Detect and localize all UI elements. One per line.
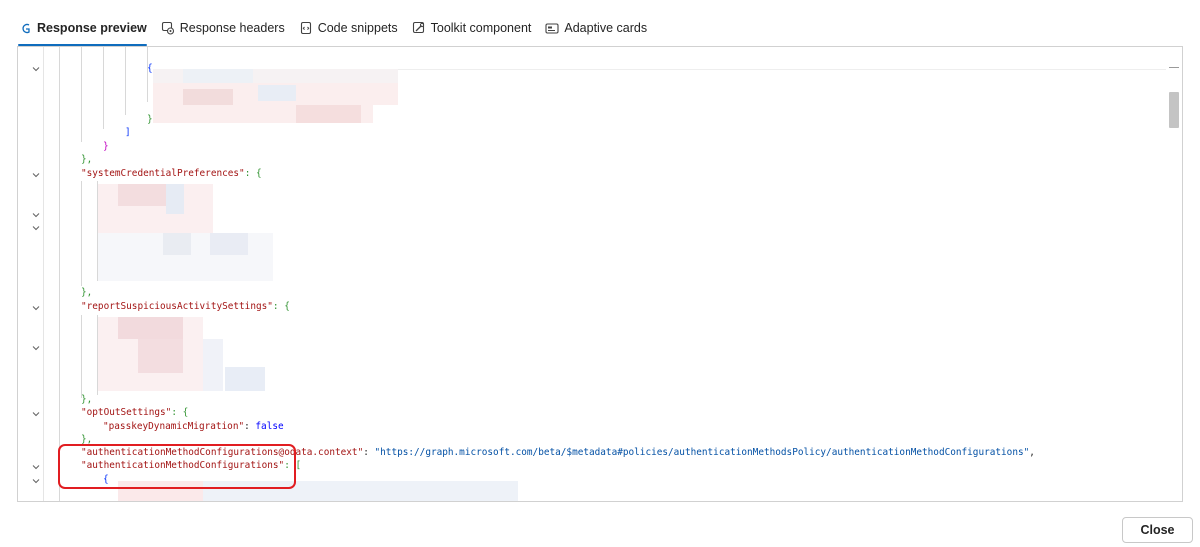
json-string: "https://graph.microsoft.com/beta/$metad… — [374, 447, 1030, 458]
redacted-content — [118, 481, 203, 501]
indent-guide — [81, 47, 82, 142]
json-line: }, — [81, 153, 92, 167]
json-key: "reportSuspiciousActivitySettings" — [81, 301, 273, 312]
redacted-content — [183, 89, 233, 105]
json-key: "passkeyDynamicMigration" — [103, 421, 245, 432]
response-preview-panel: { } ] } }, "systemCredentialPreferences"… — [17, 46, 1183, 502]
tab-toolkit-component-label: Toolkit component — [430, 21, 532, 35]
json-punct: : — [244, 421, 256, 432]
tab-code-snippets[interactable]: Code snippets — [299, 14, 398, 42]
fold-chevron-icon[interactable] — [31, 409, 41, 419]
redacted-content — [258, 85, 296, 101]
json-punct: }, — [81, 434, 93, 445]
fold-chevron-icon[interactable] — [31, 170, 41, 180]
redacted-content — [118, 317, 183, 339]
json-line: }, — [81, 433, 92, 447]
scrollbar-thumb[interactable] — [1169, 92, 1179, 128]
redacted-content — [203, 481, 518, 501]
indent-guide — [103, 47, 104, 129]
code-snippets-icon — [299, 21, 314, 36]
fold-chevron-icon[interactable] — [31, 343, 41, 353]
json-line: "systemCredentialPreferences": { — [81, 167, 262, 181]
scrollbar-marker — [1169, 67, 1179, 68]
fold-chevron-icon[interactable] — [31, 476, 41, 486]
tab-code-snippets-label: Code snippets — [317, 21, 398, 35]
json-line: "authenticationMethodConfigurations@odat… — [81, 446, 1035, 460]
json-punct: }, — [81, 154, 93, 165]
redacted-content — [166, 184, 184, 214]
indent-guide — [81, 181, 82, 286]
json-punct: }, — [81, 287, 93, 298]
gutter-divider — [43, 47, 44, 501]
redacted-content — [203, 339, 223, 391]
json-key: "authenticationMethodConfigurations@odat… — [81, 447, 364, 458]
json-line: { — [147, 63, 153, 74]
indent-guide — [59, 47, 60, 501]
json-punct: : { — [244, 168, 262, 179]
tab-adaptive-cards[interactable]: Adaptive cards — [545, 14, 647, 42]
json-key: "authenticationMethodConfigurations" — [81, 460, 285, 471]
indent-guide — [81, 315, 82, 398]
json-line: }, — [81, 286, 92, 300]
fold-chevron-icon[interactable] — [31, 223, 41, 233]
tab-response-headers[interactable]: Response headers — [161, 14, 285, 42]
redacted-content — [163, 233, 191, 255]
redacted-content — [138, 339, 183, 373]
fold-chevron-icon[interactable] — [31, 462, 41, 472]
redacted-content — [183, 69, 253, 83]
response-preview-icon — [18, 21, 33, 36]
json-line: } — [147, 114, 153, 125]
tab-response-preview-label: Response preview — [37, 21, 147, 35]
json-line: "passkeyDynamicMigration": false — [103, 420, 284, 434]
editor-divider — [398, 69, 1166, 70]
redacted-content — [118, 184, 166, 206]
json-punct: : { — [272, 301, 290, 312]
json-key: "optOutSettings" — [81, 407, 172, 418]
redacted-content — [210, 233, 248, 255]
fold-chevron-icon[interactable] — [31, 64, 41, 74]
json-punct: : — [363, 447, 375, 458]
json-line: { — [103, 474, 109, 485]
json-line: }, — [81, 393, 92, 407]
close-button[interactable]: Close — [1122, 517, 1193, 543]
toolkit-component-icon — [412, 21, 427, 36]
fold-chevron-icon[interactable] — [31, 210, 41, 220]
json-editor[interactable]: { } ] } }, "systemCredentialPreferences"… — [18, 47, 1166, 501]
json-line: ] — [125, 127, 131, 138]
json-punct: : [ — [284, 460, 302, 471]
tab-response-headers-label: Response headers — [179, 21, 285, 35]
json-line: "authenticationMethodConfigurations": [ — [81, 459, 301, 473]
tab-toolkit-component[interactable]: Toolkit component — [412, 14, 532, 42]
json-punct: }, — [81, 394, 93, 405]
indent-guide — [125, 47, 126, 115]
redacted-content — [296, 105, 361, 123]
json-key: "systemCredentialPreferences" — [81, 168, 245, 179]
redacted-content — [225, 367, 265, 391]
fold-chevron-icon[interactable] — [31, 303, 41, 313]
adaptive-cards-icon — [545, 21, 560, 36]
json-line: "reportSuspiciousActivitySettings": { — [81, 300, 290, 314]
json-punct: , — [1029, 447, 1035, 458]
response-headers-icon — [161, 21, 176, 36]
tab-bar: Response preview Response headers Code s… — [18, 14, 661, 46]
json-literal: false — [255, 421, 284, 432]
json-line: "optOutSettings": { — [81, 406, 188, 420]
json-line: } — [103, 141, 109, 152]
tab-adaptive-cards-label: Adaptive cards — [564, 21, 648, 35]
json-punct: : { — [171, 407, 189, 418]
tab-response-preview[interactable]: Response preview — [18, 14, 147, 46]
vertical-scrollbar[interactable] — [1165, 47, 1182, 501]
